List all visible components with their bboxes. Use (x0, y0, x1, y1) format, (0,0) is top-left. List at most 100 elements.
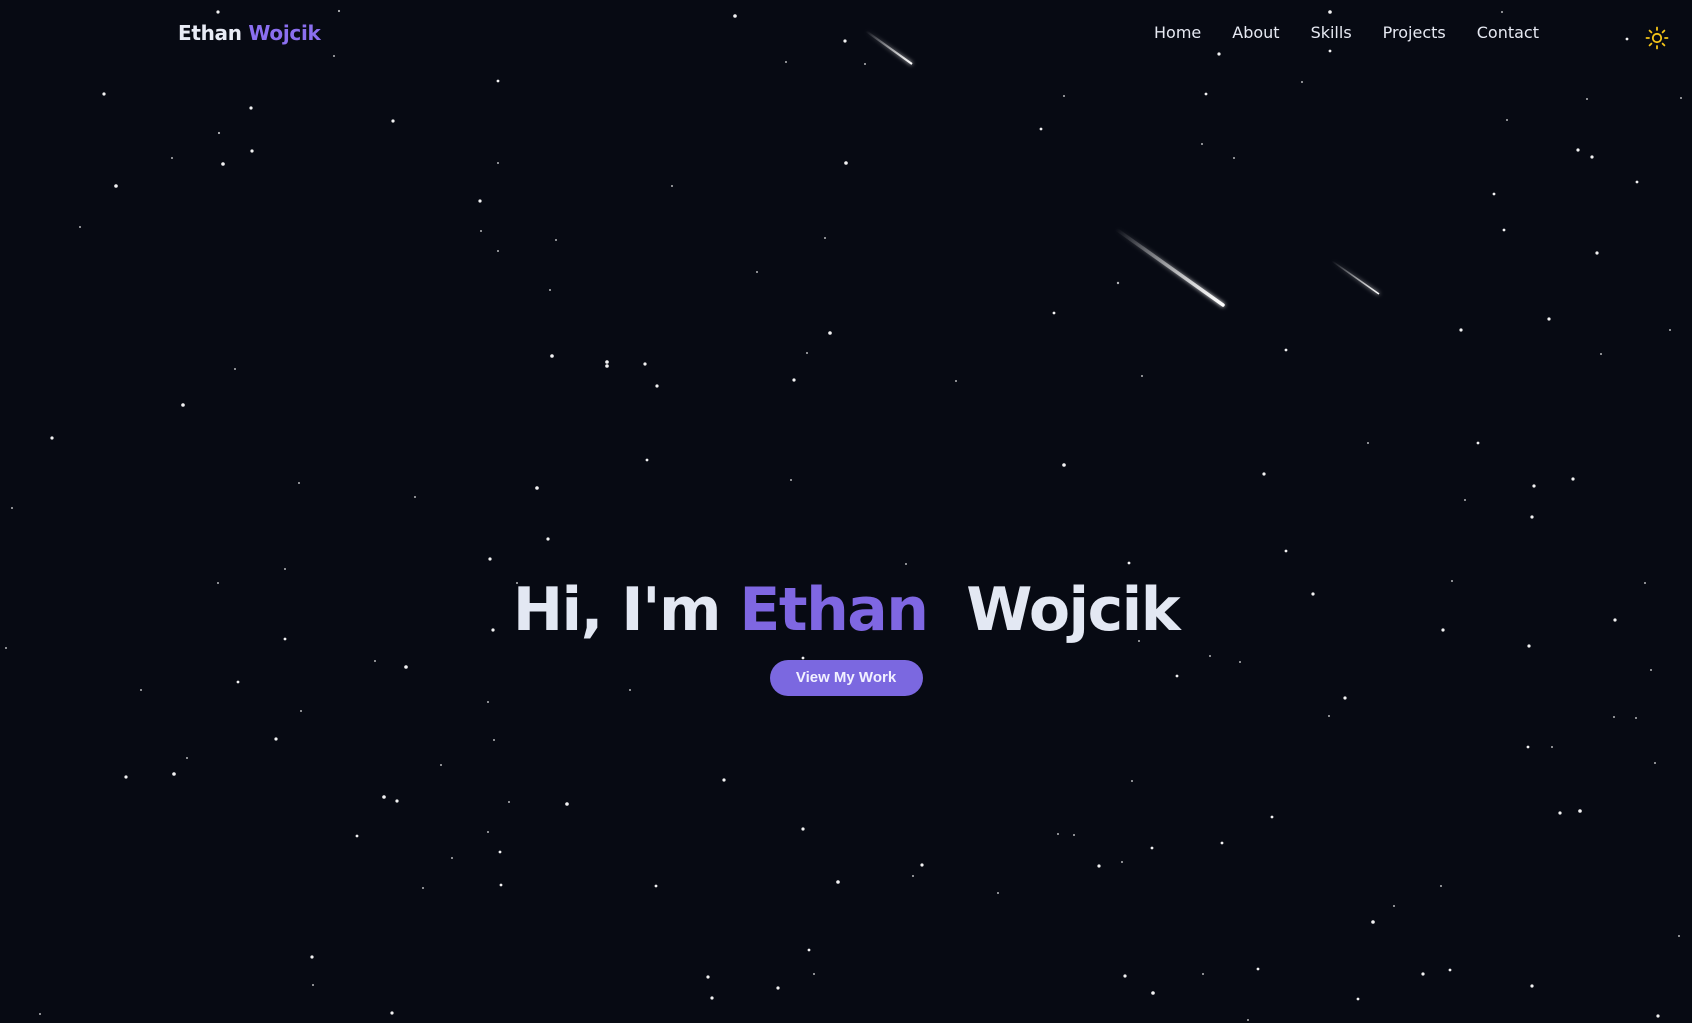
star (391, 119, 395, 123)
star (1547, 317, 1551, 321)
star (1571, 477, 1575, 481)
star (1343, 696, 1347, 700)
star (1202, 973, 1204, 975)
star (1301, 81, 1303, 83)
star (1656, 1014, 1660, 1018)
nav-link-projects[interactable]: Projects (1383, 23, 1446, 42)
star (1270, 815, 1274, 819)
star (1551, 746, 1553, 748)
star (1613, 716, 1615, 718)
star (671, 185, 673, 187)
star (274, 737, 278, 741)
star (217, 131, 221, 135)
star (114, 184, 118, 188)
star (756, 271, 758, 273)
star (310, 955, 314, 959)
star (50, 436, 54, 440)
star (1558, 811, 1562, 815)
star (1595, 251, 1599, 255)
star (1151, 991, 1155, 995)
site-logo[interactable]: Ethan Wojcik (178, 21, 321, 45)
view-my-work-button[interactable]: View My Work (769, 660, 923, 696)
star (1448, 968, 1452, 972)
star (1150, 846, 1154, 850)
star (451, 857, 453, 859)
star (654, 884, 658, 888)
star (1440, 885, 1442, 887)
hero-section: Hi, I'm Ethan Wojcik View My Work (0, 572, 1692, 696)
shooting-star (1331, 260, 1380, 295)
star (1654, 762, 1656, 764)
star (1284, 549, 1288, 553)
star (498, 850, 502, 854)
star (493, 739, 495, 741)
star (801, 827, 805, 831)
star (655, 384, 659, 388)
star (1635, 717, 1637, 719)
star (172, 772, 176, 776)
star (1393, 905, 1395, 907)
star (1530, 515, 1534, 519)
stars (5, 9, 1682, 1021)
star (1356, 997, 1360, 1001)
star (382, 795, 386, 799)
star (478, 199, 482, 203)
star (1459, 328, 1463, 332)
star (722, 778, 726, 782)
star (1506, 119, 1508, 121)
star (186, 757, 188, 759)
star (1097, 864, 1101, 868)
star (1057, 833, 1059, 835)
page: Ethan Wojcik Home About Skills Projects … (0, 0, 1692, 1023)
star (1262, 472, 1266, 476)
star (249, 106, 253, 110)
nav-link-skills[interactable]: Skills (1311, 23, 1352, 42)
star (645, 458, 649, 462)
star (284, 568, 286, 570)
star (1256, 967, 1260, 971)
star (440, 764, 442, 766)
star (1576, 148, 1580, 152)
hero-title: Hi, I'm Ethan Wojcik (0, 572, 1692, 648)
star (496, 79, 500, 83)
star (792, 378, 796, 382)
star (1476, 441, 1480, 445)
star (171, 157, 173, 159)
star (102, 92, 106, 96)
nav-link-contact[interactable]: Contact (1477, 23, 1539, 42)
shooting-star (1114, 227, 1225, 307)
star (1127, 561, 1131, 565)
star (1590, 155, 1594, 159)
nav-link-home[interactable]: Home (1154, 23, 1201, 42)
star (1063, 95, 1065, 97)
star (422, 887, 424, 889)
star (565, 802, 569, 806)
star (487, 701, 489, 703)
star (1052, 311, 1056, 315)
star (11, 507, 13, 509)
star (1201, 143, 1203, 145)
star (1586, 98, 1588, 100)
star (1121, 861, 1123, 863)
star (508, 801, 510, 803)
star (1123, 974, 1127, 978)
star (1371, 920, 1375, 924)
star (1526, 745, 1530, 749)
star (234, 368, 236, 370)
star (1530, 984, 1534, 988)
star (605, 364, 609, 368)
star (395, 799, 399, 803)
star (414, 496, 416, 498)
star (836, 880, 840, 884)
star (1204, 92, 1208, 96)
star (807, 948, 811, 952)
star (488, 557, 492, 561)
star (828, 331, 832, 335)
star (955, 380, 957, 382)
star (298, 482, 300, 484)
nav-link-about[interactable]: About (1232, 23, 1279, 42)
star (1062, 463, 1066, 467)
star (1141, 375, 1143, 377)
theme-toggle-button[interactable] (1645, 26, 1669, 50)
hero-first-name: Ethan (739, 575, 929, 645)
